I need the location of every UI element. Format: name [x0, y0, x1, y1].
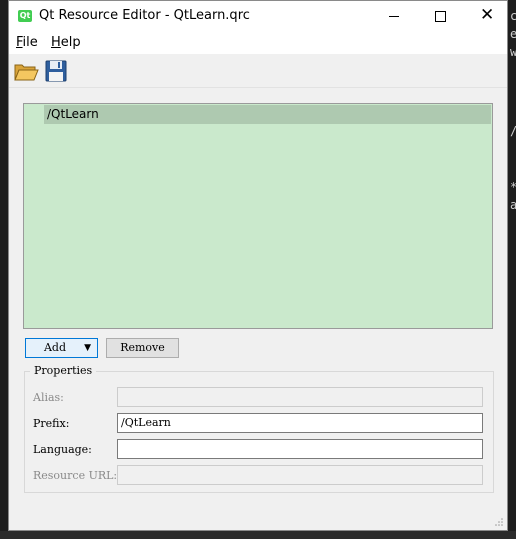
- floppy-save-icon: [45, 60, 67, 82]
- folder-open-icon: [14, 64, 39, 81]
- close-icon: ✕: [480, 5, 495, 25]
- background-char: w: [510, 45, 516, 59]
- background-editor-bottom: [0, 531, 516, 539]
- menu-file[interactable]: File: [16, 35, 38, 50]
- resource-editor-window: Qt Qt Resource Editor - QtLearn.qrc ✕ Fi…: [8, 0, 508, 531]
- menu-help-label: elp: [60, 35, 81, 50]
- maximize-icon: [435, 11, 446, 22]
- background-char: *: [510, 180, 516, 194]
- menu-file-label: ile: [22, 35, 38, 50]
- language-field[interactable]: [117, 439, 483, 459]
- resource-tree[interactable]: /QtLearn: [23, 103, 493, 329]
- background-char: /: [510, 124, 516, 138]
- maximize-button[interactable]: [417, 1, 463, 32]
- minimize-button[interactable]: [371, 1, 417, 32]
- save-button[interactable]: [43, 58, 69, 84]
- language-label: Language:: [33, 443, 92, 456]
- add-button-label: Add: [43, 341, 67, 354]
- close-button[interactable]: ✕: [463, 1, 509, 32]
- background-char: a: [510, 198, 516, 212]
- background-editor-strip: c e w / * a: [508, 0, 516, 539]
- resize-grip-icon[interactable]: [494, 517, 504, 527]
- resource-url-label: Resource URL:: [33, 469, 118, 482]
- minimize-icon: [389, 16, 399, 17]
- open-button[interactable]: [13, 58, 39, 84]
- prefix-label: Prefix:: [33, 417, 70, 430]
- tree-item-prefix[interactable]: /QtLearn: [44, 105, 491, 124]
- background-char: c: [510, 9, 516, 23]
- background-editor-left: [0, 0, 8, 539]
- remove-button[interactable]: Remove: [106, 338, 179, 358]
- alias-label: Alias:: [33, 391, 64, 404]
- toolbar: [9, 54, 507, 88]
- menu-help[interactable]: Help: [51, 35, 81, 50]
- alias-field: [117, 387, 483, 407]
- resource-url-field: [117, 465, 483, 485]
- menu-bar: File Help: [9, 32, 507, 54]
- background-char: e: [510, 27, 516, 41]
- menu-help-mnemonic: H: [51, 35, 61, 50]
- prefix-field[interactable]: /QtLearn: [117, 413, 483, 433]
- tree-item-label: /QtLearn: [47, 107, 99, 121]
- properties-group-title: Properties: [30, 364, 97, 377]
- window-title: Qt Resource Editor - QtLearn.qrc: [39, 8, 250, 23]
- title-bar[interactable]: Qt Qt Resource Editor - QtLearn.qrc ✕: [9, 1, 507, 32]
- add-button[interactable]: Add ▼: [25, 338, 98, 358]
- dropdown-arrow-icon: ▼: [84, 343, 91, 353]
- qt-app-icon: Qt: [18, 10, 32, 22]
